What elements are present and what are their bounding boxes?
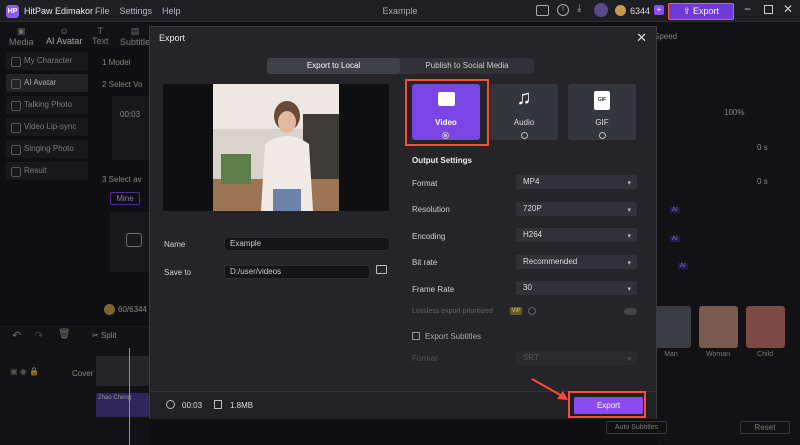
save-path-input[interactable]: D:/user/videos <box>224 265 370 279</box>
type-gif-label: GIF <box>595 118 609 127</box>
gif-file-icon: GIF <box>594 91 610 110</box>
chevron-down-icon: ▾ <box>627 260 631 267</box>
dialog-title: Export <box>159 33 186 43</box>
frame-rate-select[interactable]: 30 ▾ <box>516 281 637 295</box>
type-video-label: Video <box>435 118 457 127</box>
format-label: Format <box>412 179 438 188</box>
export-subtitles-checkbox[interactable] <box>412 332 420 340</box>
export-button[interactable]: Export <box>574 397 643 414</box>
preview-image <box>213 84 339 211</box>
lossless-label: Lossless export prioritized <box>412 308 493 315</box>
file-size-icon <box>214 400 222 409</box>
export-mode-tabs: Export to Local Publish to Social Media <box>267 58 534 74</box>
video-radio[interactable] <box>442 132 449 139</box>
preview-photo-svg <box>213 84 339 211</box>
type-audio-label: Audio <box>513 118 535 127</box>
chevron-down-icon: ▾ <box>627 233 631 240</box>
duration-value: 00:03 <box>182 401 203 410</box>
folder-icon[interactable] <box>376 265 387 274</box>
video-preview <box>163 84 389 211</box>
pointer-arrow <box>531 378 568 400</box>
name-label: Name <box>164 240 186 249</box>
minimize-icon[interactable]: − <box>744 2 751 16</box>
file-size-value: 1.8MB <box>230 401 254 410</box>
maximize-icon[interactable] <box>764 5 773 14</box>
chevron-down-icon: ▾ <box>627 207 631 214</box>
layout-icon[interactable] <box>536 5 549 16</box>
subtitle-format-select[interactable]: SRT ▾ <box>516 351 637 365</box>
chevron-down-icon: ▾ <box>627 356 631 363</box>
close-window-icon[interactable]: ✕ <box>783 2 793 16</box>
audio-radio[interactable] <box>521 132 528 139</box>
close-icon[interactable]: ✕ <box>636 30 647 46</box>
bitrate-label: Bit rate <box>412 258 438 267</box>
tab-export-to-local[interactable]: Export to Local <box>267 58 400 74</box>
download-icon[interactable]: ⤓ <box>577 3 581 14</box>
resolution-select[interactable]: 720P ▾ <box>516 202 637 216</box>
name-input[interactable]: Example <box>224 237 390 251</box>
info-icon[interactable]: ! <box>557 4 569 16</box>
encoding-select[interactable]: H264 ▾ <box>516 228 637 242</box>
top-export-button[interactable]: ⇪ Export <box>668 3 734 20</box>
add-coins-icon[interactable]: + <box>654 5 664 15</box>
gif-radio[interactable] <box>599 132 606 139</box>
export-subtitles-label: Export Subtitles <box>425 332 482 341</box>
chevron-down-icon: ▾ <box>627 180 631 187</box>
coin-count: 6344 <box>630 6 651 16</box>
lossless-toggle[interactable] <box>624 308 637 315</box>
coin-icon <box>615 5 626 16</box>
frame-rate-label: Frame Rate <box>412 285 455 294</box>
video-icon <box>438 92 455 106</box>
clock-icon <box>166 400 175 409</box>
vip-badge: VIP <box>510 307 523 315</box>
format-select[interactable]: MP4 ▾ <box>516 175 637 189</box>
export-dialog: Export ✕ Export to Local Publish to Soci… <box>149 26 657 419</box>
help-icon[interactable] <box>528 307 536 315</box>
resolution-label: Resolution <box>412 205 450 214</box>
encoding-label: Encoding <box>412 232 446 241</box>
chevron-down-icon: ▾ <box>627 286 631 293</box>
output-settings-heading: Output Settings <box>412 156 472 165</box>
music-note-icon: ♫ <box>516 87 532 109</box>
bitrate-select[interactable]: Recommended ▾ <box>516 255 637 269</box>
tab-publish-social[interactable]: Publish to Social Media <box>400 58 534 74</box>
avatar[interactable] <box>594 3 608 17</box>
subtitle-format-label: Format <box>412 354 438 363</box>
save-to-label: Save to <box>164 268 192 277</box>
